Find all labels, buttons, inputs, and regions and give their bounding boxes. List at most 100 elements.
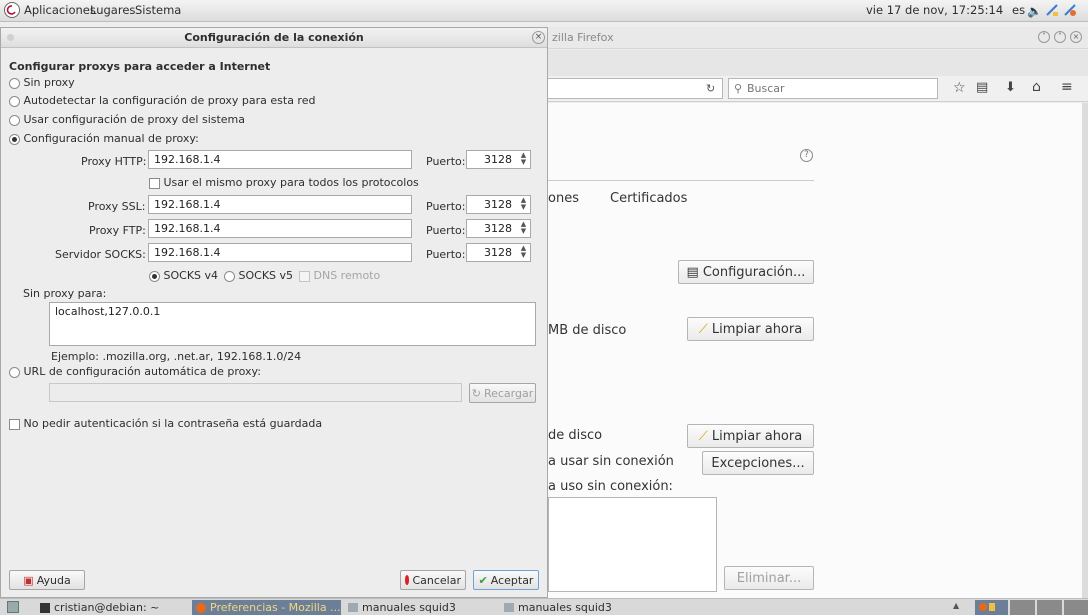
volume-icon[interactable]: 🔈 [1027,4,1042,18]
network-settings-icon: ▤ [686,264,699,280]
radio-socks-v5[interactable]: SOCKS v5 [224,269,293,282]
same-proxy-checkbox[interactable]: Usar el mismo proxy para todos los proto… [149,176,419,189]
divider [548,180,814,181]
spinner-arrows-icon[interactable]: ▲ ▼ [519,152,528,167]
checkbox[interactable] [149,177,160,189]
window-menu-icon[interactable] [7,34,14,41]
menu-sistema[interactable]: Sistema [135,3,181,17]
ftp-port-input[interactable]: 3128 ▲ ▼ [466,219,531,238]
example-text: Ejemplo: .mozilla.org, .net.ar, 192.168.… [51,350,302,363]
radio-sin-proxy[interactable]: Sin proxy [9,76,75,89]
radio-manual[interactable]: Configuración manual de proxy: [9,132,199,145]
clear-cache-button[interactable]: ⟋ Limpiar ahora [687,317,814,341]
no-auth-prompt-checkbox[interactable]: No pedir autenticación si la contraseña … [9,417,322,430]
socks-port-input[interactable]: 3128 ▲ ▼ [466,243,531,262]
reload-icon[interactable]: ↻ [706,82,715,95]
ftp-port-label: Puerto: [426,224,466,237]
offline-sites-list[interactable] [548,497,717,592]
reload-button[interactable]: ↻ Recargar [469,383,536,403]
http-port-label: Puerto: [426,155,466,168]
auto-url-input[interactable] [49,383,462,402]
hamburger-menu-icon[interactable]: ≡ [1061,79,1073,95]
radio-auto-url[interactable]: URL de configuración automática de proxy… [9,365,261,378]
no-proxy-for-textarea[interactable]: localhost,127.0.0.1 [49,302,536,346]
radio-button[interactable] [9,114,20,126]
exceptions-button[interactable]: Excepciones... [702,451,814,475]
reload-icon: ↻ [471,386,481,400]
scrollbar[interactable] [1082,103,1088,598]
ftp-label: Proxy FTP: [89,224,146,237]
offline-size-text: de disco [548,428,603,443]
firefox-navbar: ↻ ⚲ Buscar ☆ ▤ ⬇ ⌂ ≡ [548,76,1088,102]
taskbar-item-firefox[interactable]: Preferencias - Mozilla ... [192,600,341,615]
ssl-proxy-input[interactable]: 192.168.1.4 [148,195,412,214]
tab-partial[interactable]: ones [548,191,579,206]
spinner-arrows-icon[interactable]: ▲ ▼ [519,221,528,236]
cancel-button[interactable]: Cancelar [400,570,466,590]
downloads-icon[interactable]: ⬇ [1005,80,1016,95]
dns-remoto-checkbox[interactable]: DNS remoto [299,269,380,282]
tray-expand-icon[interactable]: ▲ [953,601,959,610]
url-bar[interactable] [548,78,723,99]
radio-button[interactable] [9,133,20,145]
broom-icon: ⟋ [698,321,708,337]
offline-warning-text: a usar sin conexión [548,454,674,469]
close-window-icon[interactable]: × [1070,31,1082,43]
help-icon[interactable]: ? [800,149,813,162]
bookmark-star-icon[interactable]: ☆ [953,80,966,96]
remove-button[interactable]: Eliminar... [724,566,814,590]
menu-lugares[interactable]: Lugares [90,3,135,17]
socks-host-input[interactable]: 192.168.1.4 [148,243,412,262]
no-proxy-for-label: Sin proxy para: [23,287,107,300]
bookmarks-menu-icon[interactable]: ▤ [976,80,988,95]
checkmark-icon: ✔ [478,573,488,587]
spinner-arrows-icon[interactable]: ▲ ▼ [519,197,528,212]
radio-button[interactable] [9,366,20,378]
accept-button[interactable]: ✔ Aceptar [473,570,539,590]
checkbox[interactable] [9,418,20,430]
workspace-2[interactable] [1010,600,1035,615]
workspace-1[interactable] [975,600,1008,615]
workspace-3[interactable] [1037,600,1062,615]
firefox-icon [979,603,987,611]
taskbar-item-terminal[interactable]: cristian@debian: ~ [36,600,189,615]
radio-button[interactable] [9,77,20,89]
network-icon[interactable] [1045,3,1059,17]
ftp-proxy-input[interactable]: 192.168.1.4 [148,219,412,238]
clock[interactable]: vie 17 de nov, 17:25:14 [866,3,1003,17]
search-field[interactable]: ⚲ Buscar [728,78,938,99]
ssl-port-input[interactable]: 3128 ▲ ▼ [466,195,531,214]
workspace-4[interactable] [1064,600,1088,615]
dialog-heading: Configurar proxys para acceder a Interne… [9,60,271,73]
configuracion-button[interactable]: ▤ Configuración... [678,260,814,284]
clear-offline-button[interactable]: ⟋ Limpiar ahora [687,424,814,448]
radio-autodetectar[interactable]: Autodetectar la configuración de proxy p… [9,94,315,107]
help-button[interactable]: ▣ Ayuda [9,570,85,590]
checkbox[interactable] [299,270,310,282]
socks-label: Servidor SOCKS: [55,248,146,261]
radio-socks-v4[interactable]: SOCKS v4 [149,269,218,282]
minimize-icon[interactable]: ˅ [1038,31,1050,43]
search-placeholder: Buscar [747,82,785,95]
radio-button[interactable] [224,270,235,282]
radio-proxy-sistema[interactable]: Usar configuración de proxy del sistema [9,113,245,126]
http-port-input[interactable]: 3128 ▲ ▼ [466,150,531,169]
tab-certificados[interactable]: Certificados [610,191,687,206]
firefox-icon [196,602,206,613]
taskbar-item-folder-1[interactable]: manuales squid3 [344,600,497,615]
maximize-icon[interactable]: ˄ [1054,31,1066,43]
radio-button[interactable] [149,270,160,282]
http-proxy-input[interactable]: 192.168.1.4 [148,150,412,169]
taskbar-item-folder-2[interactable]: manuales squid3 [500,600,653,615]
keyboard-layout[interactable]: es [1012,3,1025,17]
window-thumb-icon [989,603,995,611]
user-icon[interactable] [1063,3,1077,17]
menu-aplicaciones[interactable]: Aplicaciones [24,3,96,17]
show-desktop-icon[interactable] [7,601,19,613]
spinner-arrows-icon[interactable]: ▲ ▼ [519,245,528,260]
terminal-icon [40,602,50,613]
debian-menu-icon[interactable] [4,2,20,18]
radio-button[interactable] [9,95,20,107]
home-icon[interactable]: ⌂ [1032,79,1041,95]
close-dialog-icon[interactable]: × [532,31,545,44]
